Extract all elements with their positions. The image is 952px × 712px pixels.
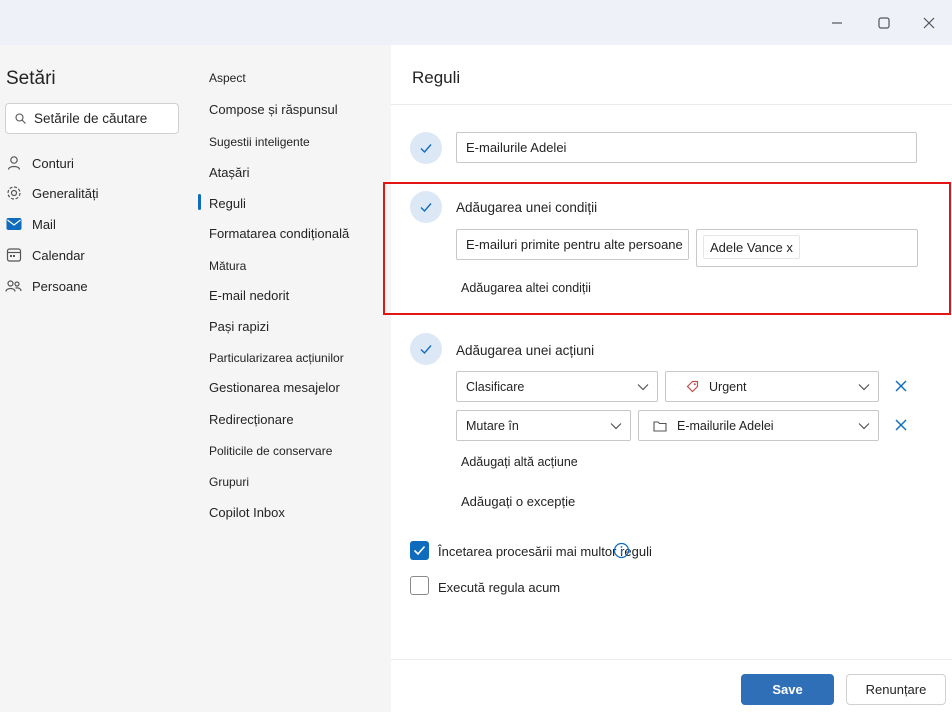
- close-icon: [923, 17, 935, 29]
- action-label: Adăugarea unei acțiuni: [456, 343, 595, 358]
- action-type-value: Mutare în: [466, 418, 519, 433]
- maximize-icon: [878, 17, 890, 29]
- action-type-dropdown-2[interactable]: Mutare în: [456, 410, 631, 441]
- menu-item-formatare[interactable]: Formatarea condițională: [209, 226, 349, 241]
- menu-item-reguli[interactable]: Reguli: [209, 196, 246, 211]
- people-icon: [5, 278, 22, 295]
- category-value-wrap: Urgent: [686, 380, 747, 394]
- calendar-icon: [5, 247, 22, 264]
- close-icon: [895, 419, 907, 431]
- add-exception-link[interactable]: Adăugați o excepție: [461, 494, 575, 509]
- action-type-value: Clasificare: [466, 379, 525, 394]
- checkmark-icon: [413, 545, 426, 556]
- menu-item-pasi-rapizi[interactable]: Pași rapizi: [209, 319, 269, 334]
- menu-item-copilot[interactable]: Copilot Inbox: [209, 505, 285, 520]
- nav-label: Mail: [32, 216, 56, 232]
- run-now-label: Execută regula acum: [438, 580, 561, 595]
- rule-name-input[interactable]: E-mailurile Adelei: [456, 132, 917, 163]
- folder-dropdown[interactable]: E-mailurile Adelei: [638, 410, 879, 441]
- nav-item-conturi[interactable]: Conturi: [5, 150, 74, 176]
- folder-value: E-mailurile Adelei: [677, 418, 774, 433]
- title-bar: [0, 0, 952, 45]
- category-value: Urgent: [709, 379, 747, 394]
- menu-item-email-nedorit[interactable]: E-mail nedorit: [209, 288, 289, 303]
- chevron-down-icon: [858, 422, 870, 429]
- menu-item-aspect[interactable]: Aspect: [209, 71, 246, 85]
- tag-icon: [686, 380, 699, 393]
- minimize-icon: [832, 22, 842, 24]
- action-type-dropdown-1[interactable]: Clasificare: [456, 371, 658, 402]
- save-button[interactable]: Save: [741, 674, 834, 705]
- mail-icon: [5, 216, 22, 233]
- nav-item-persoane[interactable]: Persoane: [5, 273, 88, 299]
- settings-sidebar: [0, 45, 196, 712]
- menu-item-particularizare[interactable]: Particularizarea acțiunilor: [209, 351, 344, 365]
- checkmark-icon: [420, 345, 432, 355]
- menu-item-compose[interactable]: Compose și răspunsul: [209, 102, 338, 117]
- chevron-down-icon: [858, 383, 870, 390]
- close-icon: [895, 380, 907, 392]
- folder-value-wrap: E-mailurile Adelei: [653, 419, 774, 433]
- stop-processing-checkbox[interactable]: [410, 541, 429, 560]
- chevron-down-icon: [637, 383, 649, 390]
- nav-item-generalitati[interactable]: Generalități: [5, 180, 98, 206]
- menu-item-matura[interactable]: Mătura: [209, 259, 246, 273]
- checkmark-icon: [420, 144, 432, 154]
- settings-title: Setări: [6, 68, 56, 89]
- highlight-box: [383, 182, 951, 315]
- menu-item-redirectionare[interactable]: Redirecționare: [209, 412, 294, 427]
- search-icon: [15, 113, 26, 124]
- divider: [391, 104, 952, 105]
- menu-item-gestionare[interactable]: Gestionarea mesajelor: [209, 380, 340, 395]
- run-now-checkbox[interactable]: [410, 576, 429, 595]
- nav-label: Generalități: [32, 185, 99, 201]
- menu-selection-indicator: [198, 194, 201, 210]
- close-window-button[interactable]: [906, 8, 952, 38]
- nav-item-calendar[interactable]: Calendar: [5, 242, 85, 268]
- search-placeholder: Setările de căutare: [34, 111, 148, 126]
- remove-action-button[interactable]: [891, 415, 911, 435]
- nav-label: Calendar: [32, 247, 85, 263]
- chevron-down-icon: [610, 422, 622, 429]
- menu-item-sugestii[interactable]: Sugestii inteligente: [209, 135, 310, 149]
- category-dropdown[interactable]: Urgent: [665, 371, 879, 402]
- page-title: Reguli: [412, 68, 461, 87]
- footer-divider: [391, 659, 952, 660]
- cancel-button[interactable]: Renunțare: [846, 674, 946, 705]
- nav-label: Persoane: [32, 278, 88, 294]
- nav-label: Conturi: [32, 155, 74, 171]
- menu-item-atasari[interactable]: Atașări: [209, 165, 249, 180]
- folder-icon: [653, 420, 667, 432]
- nav-item-mail[interactable]: Mail: [5, 211, 56, 237]
- maximize-button[interactable]: [861, 8, 907, 38]
- settings-search-input[interactable]: Setările de căutare: [5, 103, 179, 134]
- menu-item-politici[interactable]: Politicile de conservare: [209, 444, 332, 458]
- minimize-button[interactable]: [814, 8, 860, 38]
- info-icon[interactable]: [613, 542, 630, 559]
- add-another-action-link[interactable]: Adăugați altă acțiune: [461, 455, 578, 469]
- gear-icon: [5, 185, 22, 202]
- step-done-indicator: [410, 132, 442, 164]
- person-icon: [5, 155, 22, 172]
- step-done-indicator: [410, 333, 442, 365]
- remove-action-button[interactable]: [891, 376, 911, 396]
- menu-item-grupuri[interactable]: Grupuri: [209, 475, 249, 489]
